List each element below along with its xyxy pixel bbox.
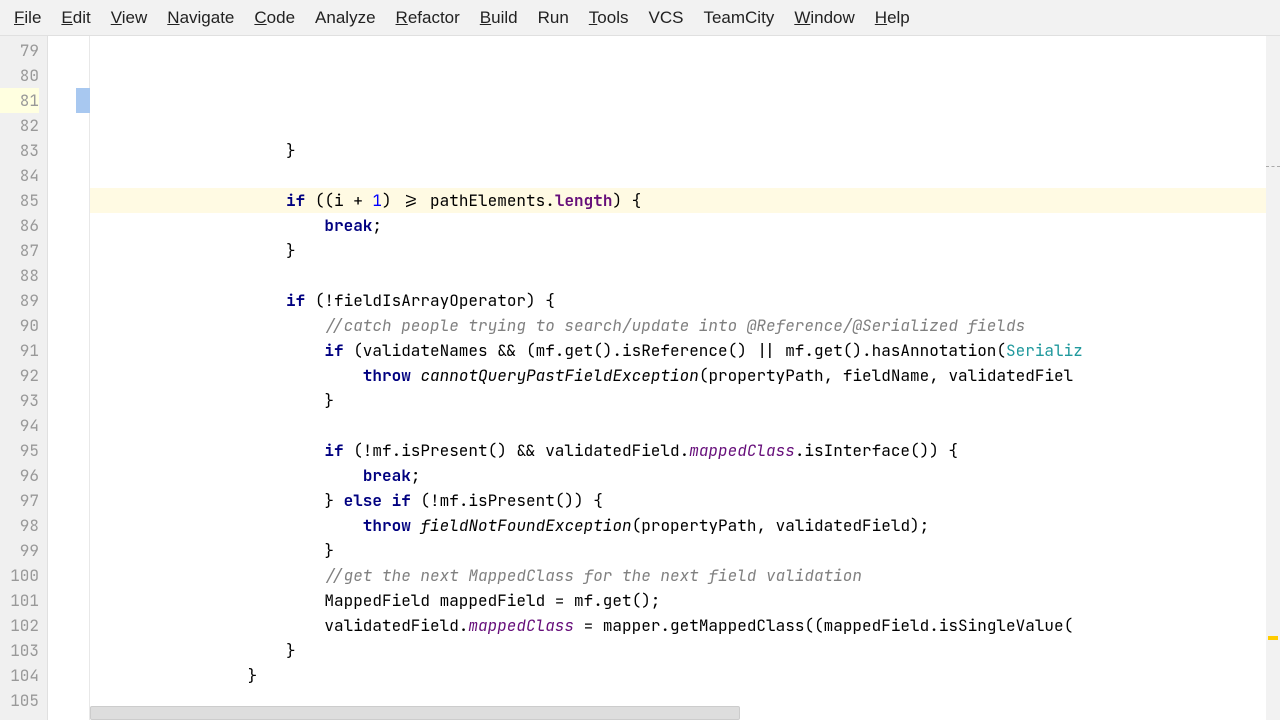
code-line[interactable]: if ((i + 1) >= pathElements.length) { — [90, 188, 1280, 213]
menu-teamcity[interactable]: TeamCity — [693, 4, 784, 32]
line-number[interactable]: 90 — [0, 313, 39, 338]
line-number[interactable]: 103 — [0, 638, 39, 663]
code-line[interactable]: } — [90, 663, 1280, 688]
marker-warning[interactable] — [1268, 636, 1278, 640]
code-line[interactable]: } — [90, 538, 1280, 563]
menubar: File Edit View Navigate Code Analyze Ref… — [0, 0, 1280, 36]
code-line[interactable] — [90, 263, 1280, 288]
editor: 7980818283848586878889909192939495969798… — [0, 36, 1280, 720]
horizontal-scrollbar[interactable] — [90, 706, 740, 720]
menu-navigate[interactable]: Navigate — [157, 4, 244, 32]
line-number[interactable]: 87 — [0, 238, 39, 263]
line-number[interactable]: 85 — [0, 188, 39, 213]
menu-file[interactable]: File — [4, 4, 51, 32]
line-number[interactable]: 96 — [0, 463, 39, 488]
code-line[interactable] — [90, 163, 1280, 188]
code-line[interactable]: //get the next MappedClass for the next … — [90, 563, 1280, 588]
line-number[interactable]: 101 — [0, 588, 39, 613]
menu-build[interactable]: Build — [470, 4, 528, 32]
code-line[interactable] — [90, 413, 1280, 438]
menu-edit[interactable]: Edit — [51, 4, 100, 32]
line-number[interactable]: 98 — [0, 513, 39, 538]
line-number[interactable]: 81 — [0, 88, 39, 113]
line-number[interactable]: 95 — [0, 438, 39, 463]
code-line[interactable]: break; — [90, 213, 1280, 238]
code-line[interactable]: } else if (!mf.isPresent()) { — [90, 488, 1280, 513]
line-number[interactable]: 104 — [0, 663, 39, 688]
code-line[interactable]: MappedField mappedField = mf.get(); — [90, 588, 1280, 613]
fold-gutter[interactable] — [48, 36, 90, 720]
line-number-gutter[interactable]: 7980818283848586878889909192939495969798… — [0, 36, 48, 720]
menu-view[interactable]: View — [101, 4, 158, 32]
line-number[interactable]: 84 — [0, 163, 39, 188]
line-number[interactable]: 99 — [0, 538, 39, 563]
line-number[interactable]: 93 — [0, 388, 39, 413]
line-number[interactable]: 102 — [0, 613, 39, 638]
line-number[interactable]: 88 — [0, 263, 39, 288]
line-number[interactable]: 105 — [0, 688, 39, 713]
code-editor-area[interactable]: } if ((i + 1) >= pathElements.length) { … — [90, 36, 1280, 720]
line-number[interactable]: 86 — [0, 213, 39, 238]
line-number[interactable]: 92 — [0, 363, 39, 388]
menu-run[interactable]: Run — [528, 4, 579, 32]
code-line[interactable]: validatedField.mappedClass = mapper.getM… — [90, 613, 1280, 638]
code-line[interactable]: } — [90, 638, 1280, 663]
code-line[interactable]: //catch people trying to search/update i… — [90, 313, 1280, 338]
menu-tools[interactable]: Tools — [579, 4, 639, 32]
error-stripe[interactable] — [1266, 36, 1280, 720]
menu-analyze[interactable]: Analyze — [305, 4, 385, 32]
line-number[interactable]: 82 — [0, 113, 39, 138]
menu-code[interactable]: Code — [244, 4, 305, 32]
line-number[interactable]: 89 — [0, 288, 39, 313]
line-number[interactable]: 79 — [0, 38, 39, 63]
code-line[interactable]: throw fieldNotFoundException(propertyPat… — [90, 513, 1280, 538]
code-line[interactable]: break; — [90, 463, 1280, 488]
menu-help[interactable]: Help — [865, 4, 920, 32]
line-number[interactable]: 91 — [0, 338, 39, 363]
code-line[interactable]: } — [90, 138, 1280, 163]
line-number[interactable]: 80 — [0, 63, 39, 88]
current-line-gutter-highlight — [76, 88, 90, 113]
code-line[interactable]: if (!fieldIsArrayOperator) { — [90, 288, 1280, 313]
code-line[interactable]: } — [90, 388, 1280, 413]
line-number[interactable]: 94 — [0, 413, 39, 438]
menu-refactor[interactable]: Refactor — [386, 4, 470, 32]
line-number[interactable]: 83 — [0, 138, 39, 163]
line-number[interactable]: 97 — [0, 488, 39, 513]
marker-dash[interactable] — [1266, 166, 1280, 167]
menu-vcs[interactable]: VCS — [638, 4, 693, 32]
line-number[interactable]: 100 — [0, 563, 39, 588]
code-line[interactable]: } — [90, 238, 1280, 263]
code-line[interactable]: if (validateNames && (mf.get().isReferen… — [90, 338, 1280, 363]
code-line[interactable]: if (!mf.isPresent() && validatedField.ma… — [90, 438, 1280, 463]
code-line[interactable]: throw cannotQueryPastFieldException(prop… — [90, 363, 1280, 388]
menu-window[interactable]: Window — [784, 4, 864, 32]
